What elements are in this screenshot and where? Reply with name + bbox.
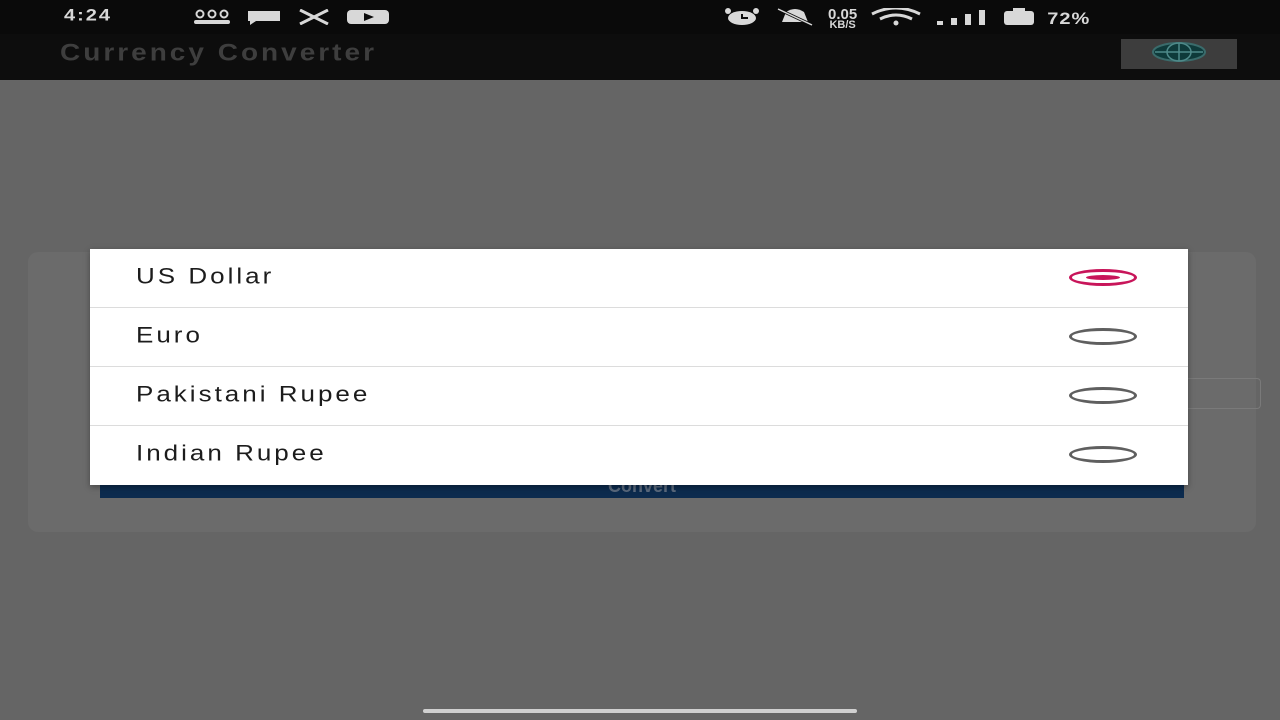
radio-button[interactable] [1069,328,1137,345]
radio-dot [1086,275,1120,280]
radio-button-checked[interactable] [1069,269,1137,286]
mute-icon [774,7,816,31]
x-icon [296,8,332,30]
battery-icon [1003,8,1035,31]
app-bar: Currency Converter [0,34,1280,80]
option-label: Pakistani Rupee [136,381,371,407]
youtube-icon [346,9,390,30]
battery-percent: 72% [1047,9,1091,29]
amount-field [1188,378,1261,409]
radio-button[interactable] [1069,446,1137,463]
currency-select-dialog: US Dollar Euro Pakistani Rupee Indian Ru… [90,249,1188,485]
convert-button: Convert [100,476,1184,498]
status-time: 4:24 [64,6,113,25]
signal-icon [935,8,991,31]
currency-option-pakistani-rupee[interactable]: Pakistani Rupee [90,367,1188,426]
option-label: Indian Rupee [136,440,327,466]
currency-option-us-dollar[interactable]: US Dollar [90,249,1188,308]
chat-icon [246,9,282,30]
currency-option-euro[interactable]: Euro [90,308,1188,367]
group-icon [192,9,232,30]
app-logo-button[interactable] [1121,39,1237,69]
globe-icon [1149,41,1209,68]
status-bar: 4:24 0.05 KB/S 72% [0,0,1280,34]
network-speed: 0.05 KB/S [828,7,857,31]
option-label: Euro [136,322,203,348]
app-title: Currency Converter [60,39,377,66]
net-speed-unit: KB/S [829,19,856,31]
radio-button[interactable] [1069,387,1137,404]
currency-option-indian-rupee[interactable]: Indian Rupee [90,426,1188,485]
alarm-icon [722,8,762,31]
option-label: US Dollar [136,263,275,289]
system-icons: 0.05 KB/S 72% [722,6,1091,31]
wifi-icon [869,6,923,31]
gesture-nav-handle[interactable] [423,709,857,713]
notification-icons [192,8,390,30]
